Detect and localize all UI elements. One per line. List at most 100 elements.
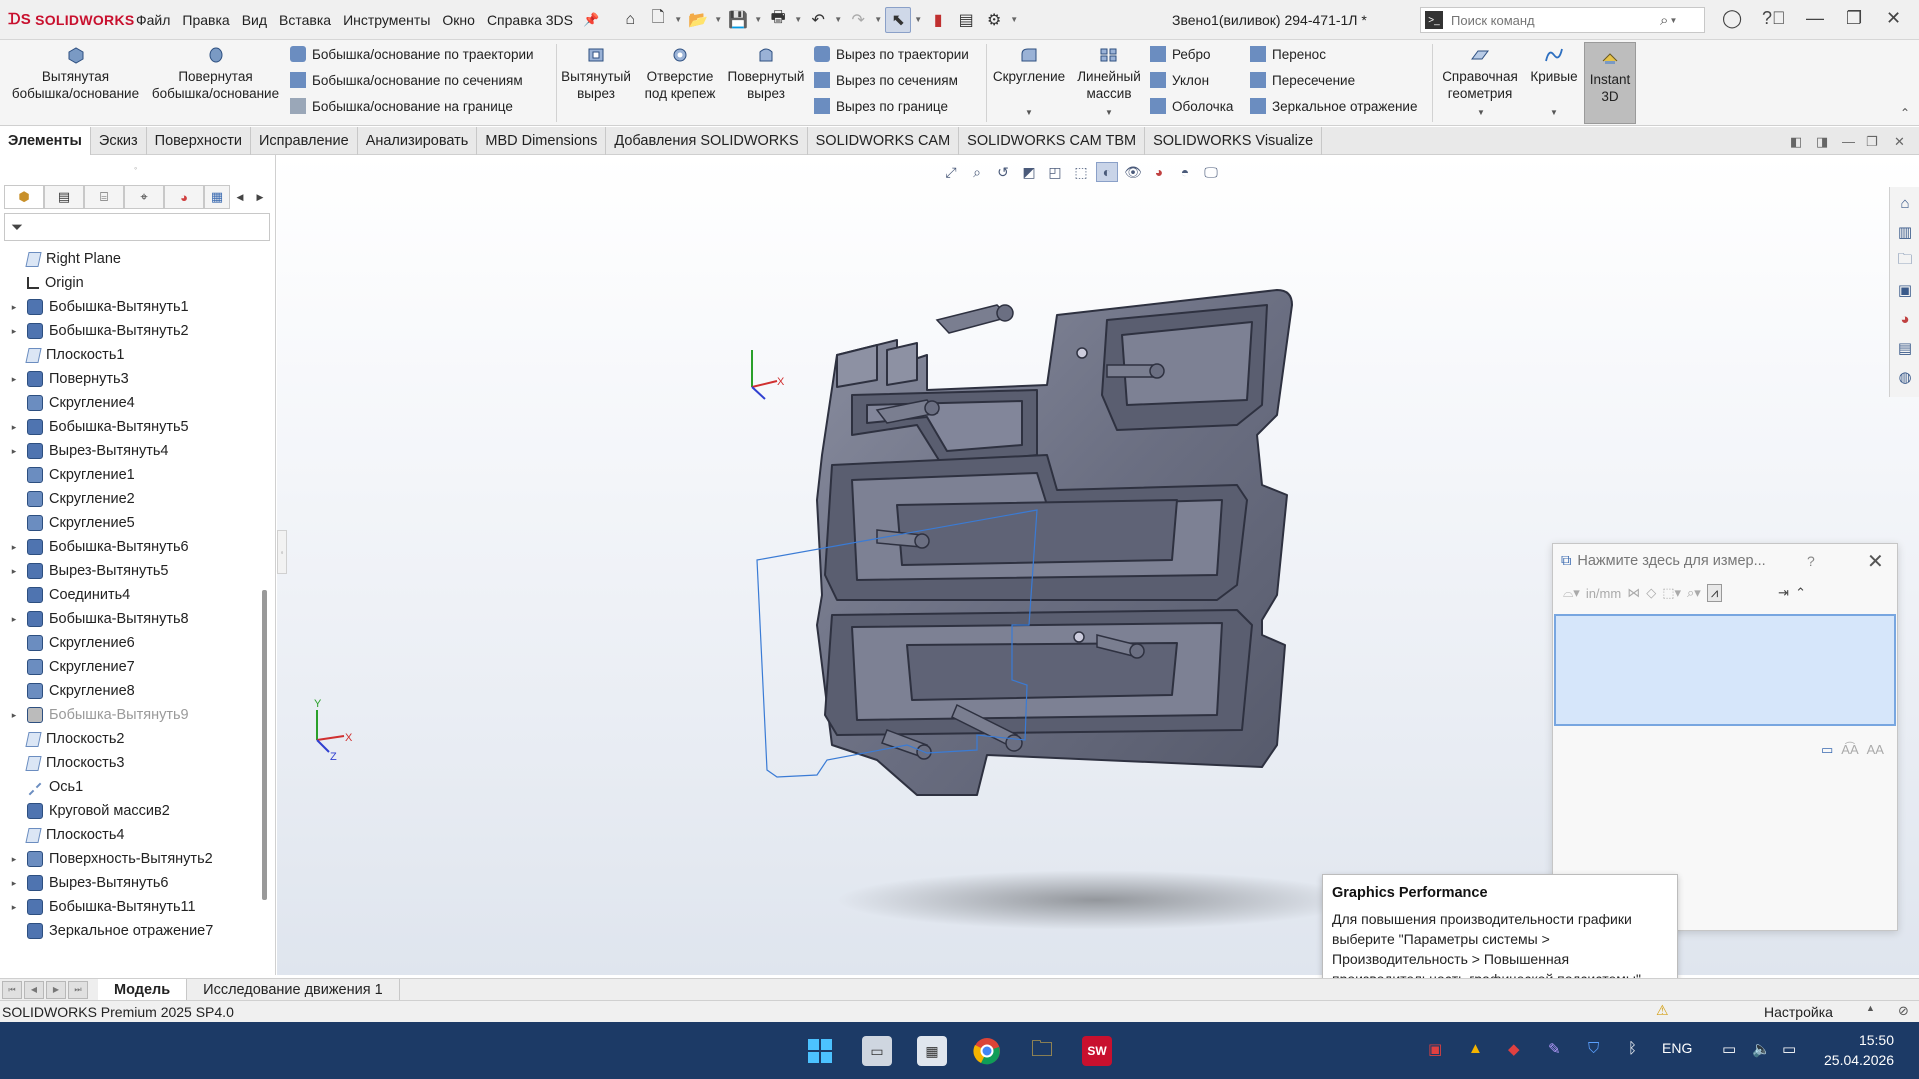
display-manager-tab[interactable]: ◕: [164, 185, 204, 209]
measure-title[interactable]: Нажмите здесь для измер...: [1577, 553, 1765, 569]
save-icon[interactable]: 💾: [725, 7, 751, 33]
menu-view[interactable]: Вид: [236, 12, 273, 28]
custom-properties-icon[interactable]: ▤: [1892, 335, 1918, 361]
task-view-icon[interactable]: ▭: [862, 1036, 892, 1066]
projected-on-icon[interactable]: ⬚▾: [1662, 585, 1681, 601]
user-account-icon[interactable]: ◯: [1722, 8, 1742, 29]
tree-item[interactable]: Зеркальное отражение7: [0, 919, 262, 943]
tree-item[interactable]: ▸ Повернуть3: [0, 367, 262, 391]
tab-features[interactable]: Элементы: [0, 127, 91, 155]
solidworks-resources-icon[interactable]: ⌂: [1892, 190, 1918, 216]
chevron-down-icon[interactable]: ▼: [1025, 108, 1033, 117]
select-cursor-icon[interactable]: ⬉: [885, 6, 912, 33]
tree-item[interactable]: ▸ Бобышка-Вытянуть2: [0, 319, 262, 343]
reference-geometry-button[interactable]: Справочная геометрия: [1436, 40, 1524, 102]
expand-arrow-icon[interactable]: ▸: [7, 614, 21, 625]
measure-collapse-icon[interactable]: ⌃: [1795, 585, 1806, 601]
tray-pen-icon[interactable]: ✎: [1548, 1040, 1561, 1058]
chevron-down-icon[interactable]: ▼: [1477, 108, 1485, 117]
previous-view-icon[interactable]: ↺: [992, 162, 1014, 182]
tree-item[interactable]: Скругление1: [0, 463, 262, 487]
measure-pin-icon[interactable]: ⇥: [1778, 585, 1789, 601]
battery-icon[interactable]: ▭: [1782, 1040, 1796, 1058]
tree-item[interactable]: Плоскость3: [0, 751, 262, 775]
file-explorer-icon[interactable]: 🗀: [1892, 248, 1918, 274]
security-shield-icon[interactable]: ⛉: [1588, 1040, 1599, 1057]
view-settings-icon[interactable]: 🖵: [1200, 162, 1222, 182]
extruded-cut-button[interactable]: Вытянутый вырез: [560, 40, 632, 102]
tree-scrollbar[interactable]: [262, 590, 267, 900]
boundary-cut-button[interactable]: Вырез по границе: [814, 95, 948, 117]
expand-arrow-icon[interactable]: ▸: [7, 326, 21, 337]
tab-motion-study[interactable]: Исследование движения 1: [187, 978, 400, 1001]
tree-item[interactable]: Origin: [0, 271, 262, 295]
rebuild-warning-icon[interactable]: ⚠: [1656, 1002, 1669, 1019]
tree-item[interactable]: Круговой массив2: [0, 799, 262, 823]
menu-tools[interactable]: Инструменты: [337, 12, 436, 28]
tree-item[interactable]: ▸ Бобышка-Вытянуть8: [0, 607, 262, 631]
shell-button[interactable]: Оболочка: [1150, 95, 1233, 117]
3dexperience-icon[interactable]: ◍: [1892, 364, 1918, 390]
doc-close-icon[interactable]: ✕: [1894, 134, 1905, 150]
menu-insert[interactable]: Вставка: [273, 12, 337, 28]
chevron-down-icon[interactable]: ▼: [913, 15, 923, 24]
lofted-boss-button[interactable]: Бобышка/основание по сечениям: [290, 69, 523, 91]
search-icon[interactable]: ⌕: [1660, 12, 1668, 29]
chevron-down-icon[interactable]: ▼: [793, 15, 803, 24]
revolved-cut-button[interactable]: Повернутый вырез: [724, 40, 808, 102]
chevron-down-icon[interactable]: ▼: [753, 15, 763, 24]
measure-results-box[interactable]: [1554, 614, 1896, 726]
options-gear-icon[interactable]: ⚙: [981, 7, 1007, 33]
first-tab-icon[interactable]: ⏮: [2, 980, 22, 999]
tab-mbd-dimensions[interactable]: MBD Dimensions: [477, 127, 607, 155]
close-icon[interactable]: ✕: [1886, 8, 1901, 29]
cam-feature-tab[interactable]: ▦: [204, 185, 230, 209]
tree-item[interactable]: ▸ Бобышка-Вытянуть5: [0, 415, 262, 439]
hide-show-items-icon[interactable]: 👁: [1122, 162, 1144, 182]
measure-history-icon[interactable]: ⌕▾: [1687, 585, 1701, 601]
file-explorer-taskbar-icon[interactable]: 🗀: [1027, 1036, 1057, 1066]
measure-help-button[interactable]: ?: [1807, 553, 1815, 569]
tab-cam[interactable]: SOLIDWORKS CAM: [808, 127, 960, 155]
panel-splitter[interactable]: ◦: [277, 530, 287, 574]
design-library-icon[interactable]: ▥: [1892, 219, 1918, 245]
expand-arrow-icon[interactable]: ▸: [7, 710, 21, 721]
feature-manager-tab[interactable]: ⬢: [4, 185, 44, 209]
new-document-icon[interactable]: 🗋: [645, 7, 671, 33]
chevron-down-icon[interactable]: ▼: [1550, 108, 1558, 117]
tab-visualize[interactable]: SOLIDWORKS Visualize: [1145, 127, 1323, 155]
tree-item[interactable]: Соединить4: [0, 583, 262, 607]
menu-edit[interactable]: Правка: [176, 12, 235, 28]
swept-cut-button[interactable]: Вырез по траектории: [814, 43, 969, 65]
tree-item[interactable]: Скругление8: [0, 679, 262, 703]
last-tab-icon[interactable]: ⏭: [68, 980, 88, 999]
calculator-icon[interactable]: ▦: [917, 1036, 947, 1066]
configuration-manager-tab[interactable]: ⌸: [84, 185, 124, 209]
chevron-down-icon[interactable]: ▼: [873, 15, 883, 24]
linear-pattern-button[interactable]: Линейный массив: [1072, 40, 1146, 102]
collapse-ribbon-icon[interactable]: ⌃: [1900, 106, 1910, 120]
property-manager-tab[interactable]: ▤: [44, 185, 84, 209]
tree-item[interactable]: ▸ Бобышка-Вытянуть11: [0, 895, 262, 919]
sensor-icon[interactable]: ⩘: [1706, 584, 1723, 602]
tab-scroll-left-icon[interactable]: ◀: [230, 185, 250, 209]
expand-arrow-icon[interactable]: ▸: [7, 446, 21, 457]
tab-model[interactable]: Модель: [98, 978, 188, 1001]
solidworks-taskbar-icon[interactable]: SW: [1082, 1036, 1112, 1066]
units-precision-icon[interactable]: in/mm: [1586, 586, 1621, 601]
swept-boss-button[interactable]: Бобышка/основание по траектории: [290, 43, 534, 65]
open-folder-icon[interactable]: 📂: [685, 7, 711, 33]
draft-button[interactable]: Уклон: [1150, 69, 1209, 91]
previous-tab-icon[interactable]: ◀: [24, 980, 44, 999]
windows-start-icon[interactable]: [805, 1036, 835, 1066]
mirror-button[interactable]: Зеркальное отражение: [1250, 95, 1417, 117]
expand-arrow-icon[interactable]: ▸: [7, 854, 21, 865]
dimension-icon[interactable]: ▭: [1821, 742, 1833, 758]
tree-item[interactable]: ▸ Бобышка-Вытянуть9: [0, 703, 262, 727]
measure-close-icon[interactable]: ✕: [1867, 549, 1884, 574]
lofted-cut-button[interactable]: Вырез по сечениям: [814, 69, 958, 91]
tree-item[interactable]: Right Plane: [0, 247, 262, 271]
tree-item[interactable]: Скругление4: [0, 391, 262, 415]
solidworks-logo[interactable]: ᗪS SOLIDWORKS: [0, 11, 134, 28]
view-palette-icon[interactable]: ▣: [1892, 277, 1918, 303]
